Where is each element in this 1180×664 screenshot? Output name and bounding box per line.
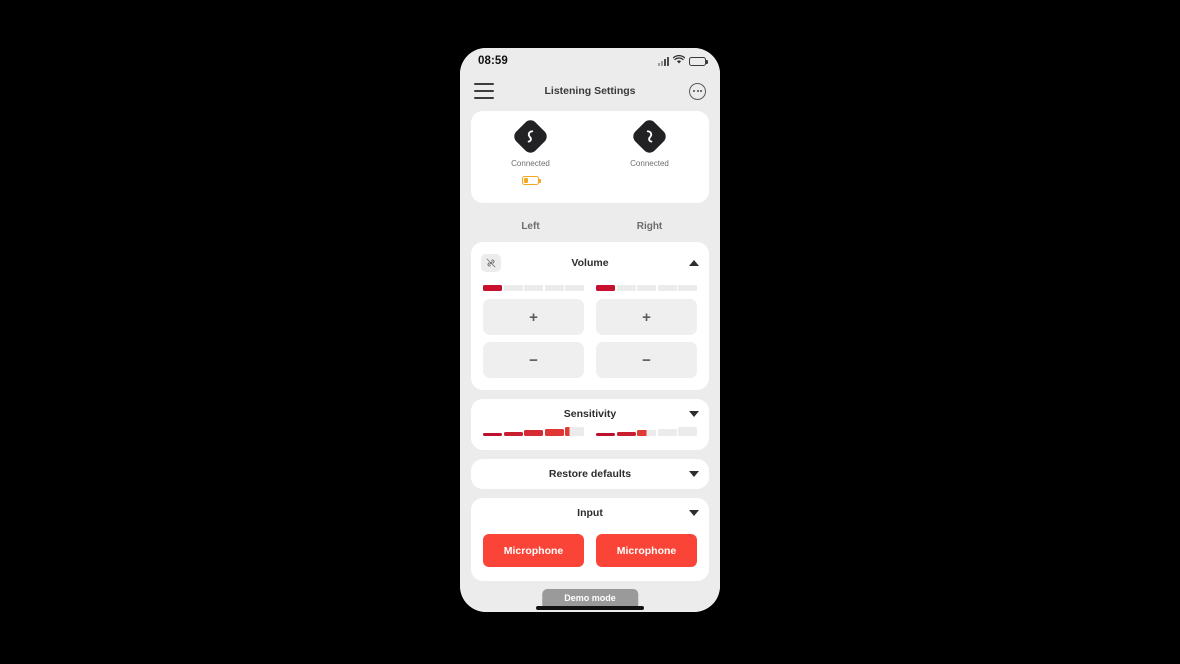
restore-defaults-title: Restore defaults: [548, 468, 632, 480]
status-bar-time: 08:59: [478, 55, 508, 67]
chevron-down-icon[interactable]: [689, 411, 699, 417]
device-right[interactable]: Connected: [590, 117, 709, 191]
sensitivity-card: Sensitivity: [471, 399, 709, 450]
input-section-header[interactable]: Input: [471, 498, 709, 526]
battery-low-icon: [522, 176, 541, 185]
home-indicator: [536, 606, 644, 610]
settings-scroll-area[interactable]: Connected Connected Left Right Volume + …: [460, 108, 720, 612]
input-source-right[interactable]: Microphone: [596, 534, 697, 567]
level-segment: [524, 430, 543, 436]
level-segment: [596, 432, 615, 436]
volume-title: Volume: [571, 257, 609, 269]
volume-up-left[interactable]: +: [483, 299, 584, 335]
volume-down-left[interactable]: −: [483, 342, 584, 378]
page-title: Listening Settings: [544, 85, 636, 97]
level-segment: [524, 285, 543, 291]
volume-section-header[interactable]: Volume: [471, 242, 709, 282]
hearing-aid-icon: [511, 117, 550, 156]
device-left[interactable]: Connected: [471, 117, 590, 191]
volume-level-bars: [471, 282, 709, 291]
sensitivity-level-left[interactable]: [483, 427, 584, 436]
level-segment: [565, 285, 584, 291]
side-label-right: Right: [636, 221, 663, 232]
volume-card: Volume + + − −: [471, 242, 709, 390]
sensitivity-level-bars: [471, 427, 709, 450]
status-bar: 08:59: [460, 48, 720, 74]
input-title: Input: [577, 507, 603, 519]
level-segment: [657, 428, 677, 436]
volume-level-left[interactable]: [483, 282, 584, 291]
volume-down-right[interactable]: −: [596, 342, 697, 378]
input-source-buttons: Microphone Microphone: [471, 526, 709, 581]
device-left-status: Connected: [511, 159, 550, 168]
level-segment: [544, 285, 564, 291]
input-source-left[interactable]: Microphone: [483, 534, 584, 567]
side-labels: Left Right: [471, 212, 709, 242]
hearing-aid-icon: [630, 117, 669, 156]
cellular-signal-icon: [658, 56, 669, 66]
sensitivity-section-header[interactable]: Sensitivity: [471, 399, 709, 427]
level-segment: [616, 431, 636, 436]
device-status-card: Connected Connected: [471, 111, 709, 203]
restore-defaults-card[interactable]: Restore defaults: [471, 459, 709, 489]
app-bar: Listening Settings: [460, 74, 720, 108]
unlink-icon[interactable]: [481, 254, 501, 272]
volume-up-right[interactable]: +: [596, 299, 697, 335]
restore-defaults-header[interactable]: Restore defaults: [471, 459, 709, 489]
level-segment: [503, 285, 523, 291]
wifi-icon: [672, 52, 686, 70]
level-segment: [483, 432, 502, 436]
sensitivity-title: Sensitivity: [563, 408, 617, 420]
level-segment: [678, 285, 697, 291]
level-segment: [678, 427, 697, 436]
level-segment: [483, 285, 502, 291]
battery-icon: [689, 56, 708, 66]
level-segment: [637, 285, 656, 291]
phone-screen: 08:59 Listening Settings Connected Conne…: [460, 48, 720, 612]
level-segment: [616, 285, 636, 291]
hamburger-menu-icon[interactable]: [474, 83, 494, 99]
chevron-down-icon[interactable]: [689, 510, 699, 516]
input-card: Input Microphone Microphone: [471, 498, 709, 581]
chevron-up-icon[interactable]: [689, 260, 699, 266]
level-segment: [657, 285, 677, 291]
device-right-status: Connected: [630, 159, 669, 168]
level-segment: [503, 431, 523, 436]
volume-controls: + + − −: [471, 291, 709, 390]
status-bar-icons: [658, 52, 708, 70]
level-segment: [544, 428, 564, 436]
level-segment: [596, 285, 615, 291]
sensitivity-level-right[interactable]: [596, 427, 697, 436]
chevron-down-icon[interactable]: [689, 471, 699, 477]
volume-level-right[interactable]: [596, 282, 697, 291]
side-label-left: Left: [521, 221, 540, 232]
more-options-icon[interactable]: [689, 82, 706, 100]
level-segment: [637, 430, 656, 436]
phone-frame: 08:59 Listening Settings Connected Conne…: [460, 48, 720, 612]
level-segment: [565, 427, 584, 436]
